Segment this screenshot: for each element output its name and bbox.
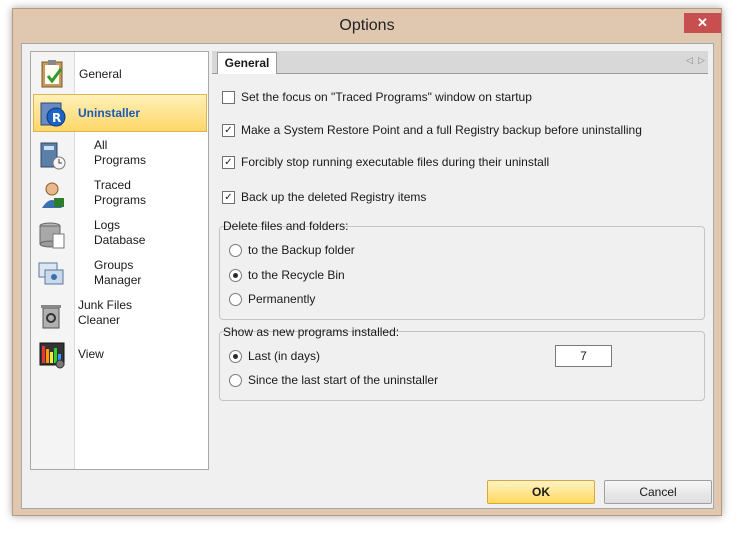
focus-traced-label: Set the focus on "Traced Programs" windo… [241,90,532,104]
window-title: Options [339,17,395,34]
radio-last-days-label: Last (in days) [248,349,321,363]
title-bar[interactable]: Options ✕ [13,9,721,43]
settings-panel: General ◁ ▷ Set the focus on "Traced Pro… [212,51,708,468]
uninstaller-r-icon: R [40,102,66,127]
junk-files-icon [41,305,61,329]
radio-last-days-button[interactable] [229,349,242,363]
sidebar-item-uninstaller[interactable]: R Uninstaller [33,94,207,132]
clipboard-check-icon [41,60,63,88]
radio-backup-folder[interactable]: to the Backup folder [229,242,355,258]
tab-scroll-right-icon[interactable]: ▷ [698,55,705,66]
radio-recycle-bin-button[interactable] [229,268,242,282]
radio-permanently-button[interactable] [229,292,242,306]
radio-permanently[interactable]: Permanently [229,291,315,307]
stop-running-option[interactable]: ✓ Forcibly stop running executable files… [222,154,549,170]
sidebar-item-general[interactable]: General [33,54,205,94]
new-programs-group [219,331,705,401]
sidebar-item-label: Logs Database [94,218,146,247]
dialog-body: General R Uninstaller All Programs Trace… [21,43,714,509]
stop-running-checkbox[interactable]: ✓ [222,155,235,169]
tab-scroll-left-icon[interactable]: ◁ [686,55,693,66]
sidebar-item-label: View [78,347,104,361]
radio-recycle-bin[interactable]: to the Recycle Bin [229,267,345,283]
tab-strip: General ◁ ▷ [212,51,708,74]
sidebar-item-junk-files-cleaner[interactable]: Junk Files Cleaner [33,296,205,336]
sidebar-item-traced-programs[interactable]: Traced Programs [33,176,205,216]
delete-files-group-title: Delete files and folders: [223,219,349,233]
ok-button[interactable]: OK [487,480,595,504]
sidebar-item-label: All Programs [94,138,147,167]
all-programs-icon [40,142,66,170]
radio-permanently-label: Permanently [248,292,316,306]
radio-since-last-start-label: Since the last start of the uninstaller [248,373,439,387]
backup-registry-option[interactable]: ✓ Back up the deleted Registry items [222,189,426,205]
days-input[interactable]: 7 [555,345,612,367]
sidebar-item-all-programs[interactable]: All Programs [33,136,205,176]
sidebar-item-label: Uninstaller [78,106,141,120]
sidebar-item-label: General [79,67,122,81]
backup-registry-label: Back up the deleted Registry items [241,190,427,204]
sidebar-item-groups-manager[interactable]: Groups Manager [33,256,205,296]
sidebar-item-label: Groups Manager [94,258,142,287]
options-window: Options ✕ General R Uninstaller All Prog… [12,8,722,516]
tab-general[interactable]: General [217,52,277,74]
stop-running-label: Forcibly stop running executable files d… [241,155,550,169]
sidebar-item-label: Junk Files Cleaner [78,298,133,327]
new-programs-group-title: Show as new programs installed: [223,325,400,339]
radio-since-last-start[interactable]: Since the last start of the uninstaller [229,372,438,388]
backup-registry-checkbox[interactable]: ✓ [222,190,235,204]
radio-recycle-bin-label: to the Recycle Bin [248,268,345,282]
logs-database-icon [39,222,65,249]
close-button[interactable]: ✕ [684,13,721,33]
radio-backup-folder-label: to the Backup folder [248,243,355,257]
restore-point-option[interactable]: ✓ Make a System Restore Point and a full… [222,122,642,138]
focus-traced-checkbox[interactable] [222,90,235,104]
radio-backup-folder-button[interactable] [229,243,242,257]
focus-traced-option[interactable]: Set the focus on "Traced Programs" windo… [222,89,532,105]
sidebar-item-logs-database[interactable]: Logs Database [33,216,205,256]
sidebar-item-label: Traced Programs [94,178,147,207]
category-sidebar: General R Uninstaller All Programs Trace… [30,51,209,470]
restore-point-label: Make a System Restore Point and a full R… [241,123,642,137]
groups-manager-icon [38,262,64,285]
sidebar-item-view[interactable]: View [33,336,205,376]
restore-point-checkbox[interactable]: ✓ [222,123,235,137]
radio-since-last-start-button[interactable] [229,373,242,387]
cancel-button[interactable]: Cancel [604,480,712,504]
traced-programs-icon [42,182,64,208]
svg-text:R: R [52,111,61,125]
view-grid-icon [39,342,65,369]
radio-last-days[interactable]: Last (in days) [229,348,320,364]
